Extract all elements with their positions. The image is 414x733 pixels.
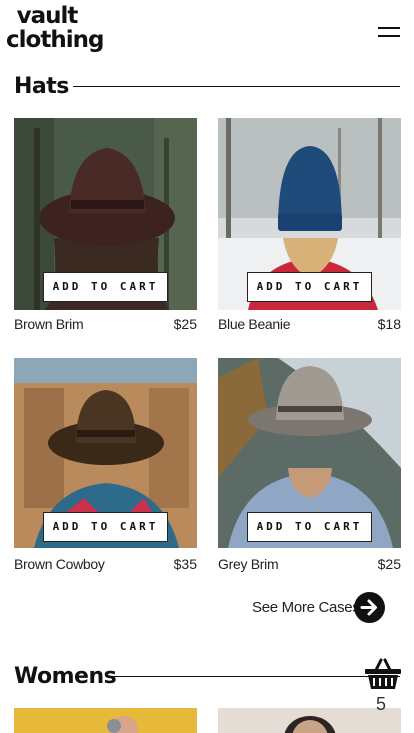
see-more-link[interactable]: See More Cases: [252, 592, 386, 624]
section-title-womens: Womens: [14, 664, 117, 689]
section-divider: [113, 676, 400, 677]
add-to-cart-button[interactable]: ADD TO CART: [43, 272, 168, 302]
brand-logo[interactable]: vault clothing: [6, 3, 104, 53]
product-price: $25: [377, 556, 401, 572]
add-to-cart-button[interactable]: ADD TO CART: [247, 512, 372, 542]
product-image-brown-cowboy[interactable]: ADD TO CART: [14, 358, 197, 550]
hamburger-menu-icon[interactable]: [378, 27, 400, 39]
product-name: Blue Beanie: [218, 316, 291, 332]
brand-line-1: vault: [16, 3, 79, 29]
shopping-basket-icon[interactable]: [363, 656, 403, 692]
product-image-peek: [218, 708, 401, 733]
header: vault clothing: [0, 0, 414, 62]
arrow-right-icon[interactable]: [354, 592, 385, 623]
product-price: $18: [377, 316, 401, 332]
product-image-grey-brim[interactable]: ADD TO CART: [218, 358, 401, 550]
brand-line-2: clothing: [6, 27, 104, 53]
product-price: $35: [173, 556, 197, 572]
add-to-cart-button[interactable]: ADD TO CART: [247, 272, 372, 302]
add-to-cart-button[interactable]: ADD TO CART: [43, 512, 168, 542]
product-image-blue-beanie[interactable]: ADD TO CART: [218, 118, 401, 310]
product-name: Brown Cowboy: [14, 556, 105, 572]
cart-count: 5: [376, 694, 387, 714]
product-price: $25: [173, 316, 197, 332]
product-name: Brown Brim: [14, 316, 84, 332]
product-image-brown-brim[interactable]: ADD TO CART: [14, 118, 197, 310]
product-image-peek: [14, 708, 197, 733]
section-divider: [73, 86, 400, 87]
product-name: Grey Brim: [218, 556, 279, 572]
section-title-hats: Hats: [14, 74, 69, 99]
see-more-label: See More Cases: [252, 599, 360, 616]
